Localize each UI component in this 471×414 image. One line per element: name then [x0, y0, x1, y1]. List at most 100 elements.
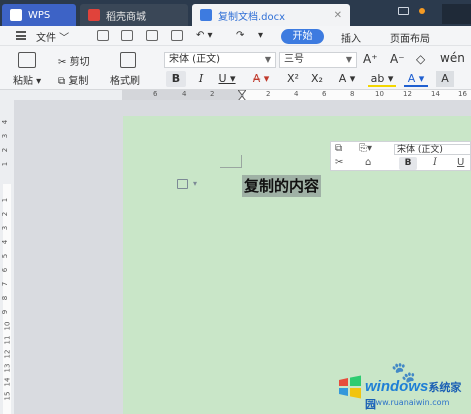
ruler-number: 6: [1, 267, 10, 273]
tab-wps-label: WPS: [28, 9, 51, 21]
ruler-number: 9: [1, 309, 10, 315]
font-color-button[interactable]: A ▾: [404, 71, 428, 87]
tab-insert[interactable]: 插入: [341, 30, 361, 45]
copy-icon[interactable]: ⧉: [335, 143, 342, 154]
ruler-number: 4: [1, 119, 10, 125]
format-painter-button[interactable]: 格式刷: [110, 72, 140, 87]
increase-font-button[interactable]: A⁺: [363, 52, 378, 66]
tab-start[interactable]: 开始: [281, 29, 324, 44]
italic-button[interactable]: I: [194, 71, 208, 87]
font-size-select[interactable]: 三号 ▼: [279, 52, 357, 68]
paste-icon[interactable]: [18, 52, 36, 68]
format-painter-icon[interactable]: [120, 52, 136, 68]
menu-row: 文件 ﹀ ↶ ▾ ↷ ▾ 开始 插入 页面布局: [0, 26, 471, 46]
text-effect-button[interactable]: A ▾: [336, 71, 358, 87]
format-painter-icon[interactable]: ⌂: [365, 157, 371, 168]
tab-docer-store[interactable]: 稻壳商城: [80, 4, 188, 26]
margin-corner-mark: [241, 155, 242, 168]
scissors-icon[interactable]: ✂: [335, 157, 343, 168]
ruler-number: 15: [3, 391, 12, 401]
window-controls[interactable]: [442, 4, 471, 24]
ruler-number: 3: [1, 225, 10, 231]
ruler-number: 2: [210, 90, 215, 98]
font-name-value: 宋体 (正文): [169, 54, 220, 65]
ruler-number: 12: [3, 349, 12, 359]
ruler-number: 2: [1, 211, 10, 217]
word-document-icon: [200, 9, 212, 21]
highlight-button[interactable]: ab ▾: [368, 71, 396, 87]
watermark-url: www.ruanaiwin.com: [369, 398, 450, 407]
ruler-number: 4: [1, 239, 10, 245]
wps-logo-icon: [10, 9, 22, 21]
ruler-number: 8: [350, 90, 355, 98]
ruler-number: 14: [3, 377, 12, 387]
paste-icon[interactable]: ⎘▾: [359, 143, 372, 154]
ruler-number: 3: [1, 133, 10, 139]
ruler-number: 6: [322, 90, 327, 98]
file-menu[interactable]: 文件 ﹀: [36, 29, 69, 44]
monitor-icon[interactable]: [398, 7, 409, 15]
tab-document[interactable]: 复制文档.docx ✕: [192, 4, 350, 26]
copy-icon: ⧉: [58, 76, 66, 87]
title-bar: WPS 稻壳商城 复制文档.docx ✕: [0, 0, 471, 26]
save-icon[interactable]: [97, 30, 109, 41]
vertical-ruler[interactable]: 4 3 2 1 1 2 3 4 5 6 7 8 9 10 11 12 13 14…: [0, 100, 14, 414]
superscript-button[interactable]: X²: [284, 71, 302, 87]
subscript-button[interactable]: X₂: [308, 71, 326, 87]
tab-wps[interactable]: WPS: [2, 4, 76, 26]
ruler-number: 2: [266, 90, 271, 98]
font-size-value: 三号: [284, 54, 304, 65]
character-shading-button[interactable]: A: [436, 71, 454, 87]
cut-button[interactable]: ✂ 剪切: [58, 53, 90, 68]
hamburger-menu-icon[interactable]: [16, 31, 26, 40]
mini-bold-button[interactable]: B: [399, 157, 417, 170]
pinyin-guide-icon[interactable]: wén: [440, 51, 465, 65]
font-name-select[interactable]: 宋体 (正文) ▼: [164, 52, 276, 68]
mini-underline-button[interactable]: U: [457, 157, 464, 168]
ruler-number: 4: [182, 90, 187, 98]
ruler-number: 8: [1, 295, 10, 301]
underline-button[interactable]: U ▾: [216, 71, 238, 87]
ruler-number: 13: [3, 363, 12, 373]
strikethrough-button[interactable]: A̶ ▾: [249, 71, 273, 87]
chevron-down-icon[interactable]: ▾: [193, 179, 197, 188]
undo-icon[interactable]: ↶ ▾: [196, 30, 213, 41]
ruler-number: 7: [1, 281, 10, 287]
notification-dot-icon[interactable]: [419, 8, 425, 14]
tab-page-layout[interactable]: 页面布局: [390, 30, 430, 45]
ruler-number: 1: [1, 197, 10, 203]
print-icon[interactable]: [146, 30, 158, 41]
ruler-number: 1: [1, 161, 10, 167]
redo-icon[interactable]: ↷: [236, 30, 244, 41]
ruler-number: 2: [1, 147, 10, 153]
horizontal-ruler[interactable]: 6 4 2 2 4 6 8 10 12 14 16: [0, 90, 471, 100]
windows-logo-icon: [339, 375, 361, 399]
ruler-number: 6: [153, 90, 158, 98]
docer-store-icon: [88, 9, 100, 21]
ruler-number: 10: [3, 321, 12, 331]
ruler-number: 10: [375, 90, 384, 98]
ruler-number: 4: [294, 90, 299, 98]
file-menu-label: 文件: [36, 33, 56, 44]
ruler-number: 16: [458, 90, 467, 98]
export-pdf-icon[interactable]: [121, 30, 133, 41]
paste-button[interactable]: 粘贴 ▾: [13, 72, 41, 87]
underline-label: U: [218, 72, 227, 85]
copy-button[interactable]: ⧉ 复制: [58, 72, 88, 87]
print-preview-icon[interactable]: [171, 30, 183, 41]
scissors-icon: ✂: [58, 57, 67, 68]
clear-format-icon[interactable]: ◇: [416, 52, 425, 66]
decrease-font-button[interactable]: A⁻: [390, 52, 405, 66]
close-tab-icon[interactable]: ✕: [334, 10, 342, 21]
copy-label: 复制: [68, 76, 89, 87]
ruler-number: 14: [431, 90, 440, 98]
paste-options-icon[interactable]: [177, 179, 188, 189]
chevron-down-icon: ▼: [345, 55, 352, 64]
customize-caret-icon[interactable]: ▾: [258, 30, 263, 41]
mini-italic-button[interactable]: I: [433, 157, 437, 168]
selected-text[interactable]: 复制的内容: [242, 175, 322, 197]
margin-corner-mark: [220, 167, 242, 168]
ruler-number: 5: [1, 253, 10, 259]
mini-font-name-select[interactable]: 宋体 (正文): [394, 144, 471, 155]
bold-button[interactable]: B: [166, 71, 186, 87]
